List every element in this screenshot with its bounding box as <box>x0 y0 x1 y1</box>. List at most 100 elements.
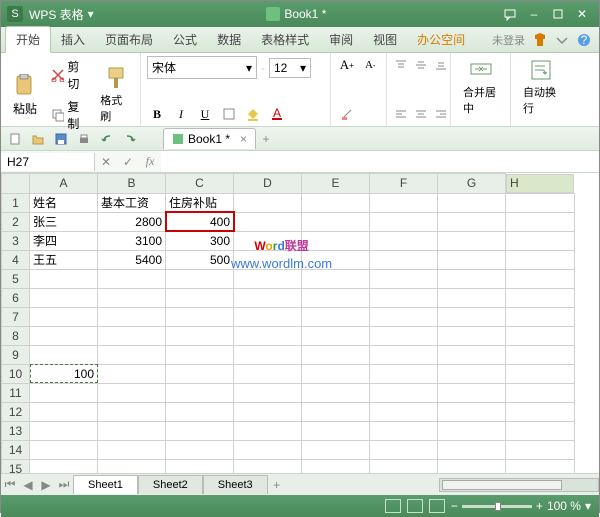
fill-color-button[interactable] <box>243 105 263 123</box>
tab-office[interactable]: 办公空间 <box>407 27 475 52</box>
tab-home[interactable]: 开始 <box>5 26 51 53</box>
italic-button[interactable]: I <box>171 105 191 123</box>
sheet-nav-prev[interactable]: ◀ <box>19 478 37 492</box>
zoom-level[interactable]: 100 % <box>547 499 581 513</box>
skin-icon[interactable] <box>532 32 548 48</box>
view-normal-button[interactable] <box>385 499 401 513</box>
tab-review[interactable]: 审阅 <box>319 27 363 52</box>
row-header[interactable]: 13 <box>2 421 30 440</box>
align-bot-button[interactable] <box>433 56 449 74</box>
tab-data[interactable]: 数据 <box>207 27 251 52</box>
save-button[interactable] <box>51 130 71 148</box>
row-header[interactable]: 10 <box>2 364 30 383</box>
font-name-select[interactable]: 宋体▾ <box>147 56 257 79</box>
bold-button[interactable]: B <box>147 105 167 123</box>
new-button[interactable] <box>5 130 25 148</box>
row-header[interactable]: 14 <box>2 440 30 459</box>
cancel-formula-icon[interactable]: ✕ <box>95 155 117 169</box>
align-center-button[interactable] <box>413 105 429 123</box>
format-painter-button[interactable]: 格式刷 <box>98 64 134 126</box>
view-break-button[interactable] <box>429 499 445 513</box>
col-header[interactable]: G <box>438 174 506 194</box>
print-button[interactable] <box>74 130 94 148</box>
zoom-out-button[interactable]: − <box>451 499 458 513</box>
align-top-button[interactable] <box>393 56 409 74</box>
add-doc-tab[interactable]: + <box>256 132 276 146</box>
login-status[interactable]: 未登录 <box>488 32 529 48</box>
doc-tab-icon <box>172 133 184 145</box>
zoom-in-button[interactable]: + <box>536 499 543 513</box>
row-header[interactable]: 1 <box>2 193 30 212</box>
col-header[interactable]: D <box>234 174 302 194</box>
tab-insert[interactable]: 插入 <box>51 27 95 52</box>
sheet-nav-last[interactable]: ⏭ <box>55 477 73 492</box>
wrap-text-button[interactable]: 自动换行 <box>517 56 565 118</box>
open-button[interactable] <box>28 130 48 148</box>
name-box[interactable]: H27 <box>1 153 95 171</box>
doc-title: Book1 * <box>284 7 326 21</box>
svg-text:?: ? <box>581 33 588 47</box>
col-header[interactable]: C <box>166 174 234 194</box>
fx-icon[interactable]: fx <box>139 154 161 169</box>
tab-tablestyle[interactable]: 表格样式 <box>251 27 319 52</box>
sheet-tab[interactable]: Sheet3 <box>203 475 268 494</box>
hscrollbar[interactable] <box>439 478 599 492</box>
sheet-tab[interactable]: Sheet2 <box>138 475 203 494</box>
col-header[interactable]: E <box>302 174 370 194</box>
view-page-button[interactable] <box>407 499 423 513</box>
sheet-nav-next[interactable]: ▶ <box>37 478 55 492</box>
row-header[interactable]: 11 <box>2 383 30 402</box>
row-header[interactable]: 9 <box>2 345 30 364</box>
col-header[interactable]: F <box>370 174 438 194</box>
align-mid-button[interactable] <box>413 56 429 74</box>
row-header[interactable]: 6 <box>2 288 30 307</box>
help-icon[interactable]: ? <box>576 32 592 48</box>
close-button[interactable]: ✕ <box>571 5 593 23</box>
doc-icon <box>266 7 280 21</box>
clear-format-button[interactable] <box>337 105 357 123</box>
row-header[interactable]: 5 <box>2 269 30 288</box>
underline-button[interactable]: U <box>195 105 215 123</box>
redo-button[interactable] <box>120 130 140 148</box>
row-header[interactable]: 8 <box>2 326 30 345</box>
undo-button[interactable] <box>97 130 117 148</box>
col-header[interactable]: H <box>506 174 574 193</box>
align-right-button[interactable] <box>433 105 449 123</box>
font-color-button[interactable]: A <box>267 105 287 123</box>
paste-button[interactable]: 粘贴 <box>7 72 43 119</box>
accept-formula-icon[interactable]: ✓ <box>117 155 139 169</box>
formula-input[interactable] <box>161 151 599 172</box>
decrease-font-button[interactable]: A- <box>361 56 381 74</box>
increase-font-button[interactable]: A+ <box>337 56 357 74</box>
tab-view[interactable]: 视图 <box>363 27 407 52</box>
doc-tab-close[interactable]: × <box>240 132 247 146</box>
zoom-dropdown-icon[interactable]: ▾ <box>585 499 591 513</box>
row-header[interactable]: 2 <box>2 212 30 231</box>
merge-center-button[interactable]: 合并居中 <box>457 56 504 118</box>
row-header[interactable]: 7 <box>2 307 30 326</box>
minimize-button[interactable]: – <box>523 5 545 23</box>
cut-button[interactable]: 剪切 <box>47 56 94 94</box>
spreadsheet-grid[interactable]: A B C D E F G H 1姓名基本工资住房补贴 2张三2800400 3… <box>1 173 599 473</box>
col-header[interactable]: B <box>98 174 166 194</box>
tab-layout[interactable]: 页面布局 <box>95 27 163 52</box>
font-size-select[interactable]: 12▾ <box>269 58 311 78</box>
select-all-corner[interactable] <box>2 174 30 194</box>
copy-button[interactable]: 复制 <box>47 96 94 134</box>
row-header[interactable]: 15 <box>2 459 30 473</box>
min-ribbon-icon[interactable] <box>554 32 570 48</box>
feedback-icon[interactable] <box>499 5 521 23</box>
row-header[interactable]: 3 <box>2 231 30 250</box>
row-header[interactable]: 4 <box>2 250 30 269</box>
zoom-slider[interactable] <box>462 505 532 508</box>
tab-formula[interactable]: 公式 <box>163 27 207 52</box>
sheet-tab[interactable]: Sheet1 <box>73 475 138 494</box>
sheet-nav-first[interactable]: ⏮ <box>1 477 19 492</box>
align-left-button[interactable] <box>393 105 409 123</box>
row-header[interactable]: 12 <box>2 402 30 421</box>
doc-tab[interactable]: Book1 * × <box>163 128 256 149</box>
add-sheet-button[interactable]: + <box>268 478 286 492</box>
maximize-button[interactable] <box>547 5 569 23</box>
col-header[interactable]: A <box>30 174 98 194</box>
border-button[interactable] <box>219 105 239 123</box>
